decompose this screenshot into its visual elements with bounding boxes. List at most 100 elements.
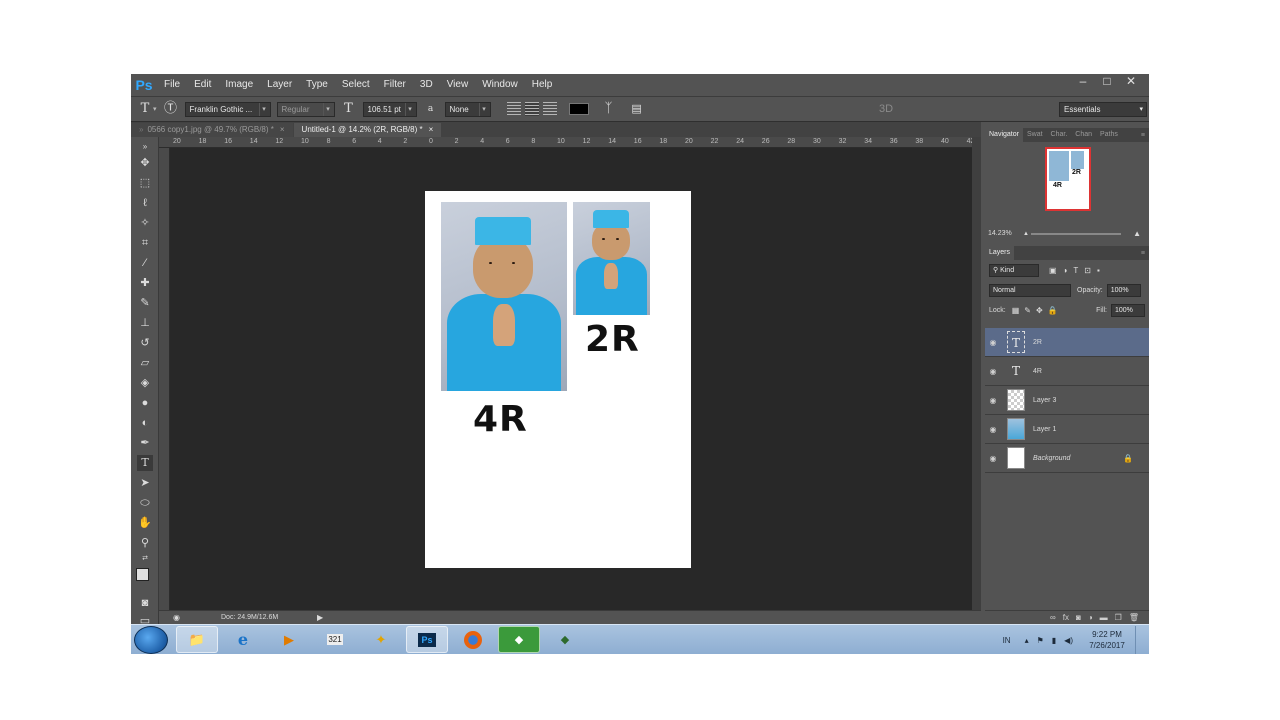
new-group-icon[interactable]: ▬ bbox=[1100, 613, 1108, 622]
crop-tool-icon[interactable]: ⌗ bbox=[137, 235, 153, 251]
layer-4r[interactable]: ◉ T 4R bbox=[985, 357, 1149, 386]
add-mask-icon[interactable]: ◙ bbox=[1076, 613, 1081, 622]
menu-view[interactable]: View bbox=[440, 74, 476, 96]
tab-swatches[interactable]: Swat bbox=[1023, 128, 1047, 142]
fill-field[interactable]: 100% bbox=[1111, 303, 1145, 317]
close-icon[interactable]: × bbox=[280, 125, 285, 134]
trash-icon[interactable]: 🗑 bbox=[1129, 613, 1139, 622]
tab-layers[interactable]: Layers bbox=[985, 246, 1015, 260]
menu-layer[interactable]: Layer bbox=[260, 74, 299, 96]
language-indicator[interactable]: IN bbox=[1003, 636, 1011, 645]
eyedropper-tool-icon[interactable]: ⁄ bbox=[137, 255, 153, 271]
swap-colors-icon[interactable]: ⇄ bbox=[137, 551, 153, 567]
layer-style-icon[interactable]: fx bbox=[1063, 613, 1069, 622]
flag-icon[interactable]: ⚑ bbox=[1037, 636, 1044, 645]
hand-tool-icon[interactable]: ✋ bbox=[137, 515, 153, 531]
tab-character[interactable]: Char. bbox=[1047, 128, 1072, 142]
internet-explorer-icon[interactable]: e bbox=[222, 626, 264, 653]
menu-filter[interactable]: Filter bbox=[377, 74, 413, 96]
restore-button[interactable]: □ bbox=[1095, 74, 1119, 90]
align-right-icon[interactable] bbox=[542, 102, 557, 116]
minimize-button[interactable]: – bbox=[1071, 74, 1095, 90]
warp-text-icon[interactable]: ᛉ bbox=[601, 101, 617, 117]
game2-icon[interactable]: ◆ bbox=[544, 626, 586, 653]
opacity-field[interactable]: 100% bbox=[1106, 283, 1141, 297]
blend-mode-select[interactable]: Normal bbox=[989, 283, 1071, 297]
align-left-icon[interactable] bbox=[506, 102, 521, 116]
status-menu-icon[interactable]: ◉ bbox=[173, 611, 180, 624]
document-canvas[interactable]: 4R 2R bbox=[425, 191, 691, 568]
history-brush-tool-icon[interactable]: ↺ bbox=[137, 335, 153, 351]
clone-stamp-tool-icon[interactable]: ⊥ bbox=[137, 315, 153, 331]
network-icon[interactable]: ▮ bbox=[1052, 636, 1056, 645]
firefox-icon[interactable] bbox=[452, 626, 494, 653]
panel-menu-icon[interactable]: ≡ bbox=[1141, 132, 1149, 139]
tool-icon[interactable]: ✦ bbox=[360, 626, 402, 653]
toolbox-collapse-icon[interactable]: » bbox=[137, 139, 153, 155]
menu-select[interactable]: Select bbox=[335, 74, 377, 96]
font-style-select[interactable]: Regular ▾ bbox=[276, 101, 335, 117]
quick-mask-icon[interactable]: ◙ bbox=[137, 595, 153, 611]
orientation-toggle[interactable]: Ⓣ bbox=[163, 101, 179, 117]
antialias-select[interactable]: None ▾ bbox=[444, 101, 491, 117]
tab-channels[interactable]: Chan bbox=[1071, 128, 1096, 142]
photo-4r[interactable] bbox=[441, 202, 567, 391]
adjustment-layer-icon[interactable]: ◑ bbox=[1088, 613, 1093, 622]
status-arrow-icon[interactable]: ▶ bbox=[317, 611, 323, 624]
tab-paths[interactable]: Paths bbox=[1096, 128, 1122, 142]
magic-wand-tool-icon[interactable]: ✧ bbox=[137, 215, 153, 231]
tab-untitled-1[interactable]: Untitled-1 @ 14.2% (2R, RGB/8) * × bbox=[293, 123, 442, 137]
lasso-tool-icon[interactable]: ℓ bbox=[137, 195, 153, 211]
tab-0566-copy1[interactable]: » 0566 copy1.jpg @ 49.7% (RGB/8) * × bbox=[131, 123, 293, 137]
game-icon[interactable]: ◆ bbox=[498, 626, 540, 653]
path-selection-tool-icon[interactable]: ➤ bbox=[137, 475, 153, 491]
font-family-select[interactable]: Franklin Gothic ... ▾ bbox=[184, 101, 271, 117]
tray-up-icon[interactable]: ▴ bbox=[1025, 636, 1029, 645]
vertical-scrollbar[interactable] bbox=[972, 137, 981, 610]
marquee-tool-icon[interactable]: ⬚ bbox=[137, 175, 153, 191]
filter-kind-select[interactable]: ⚲ Kind bbox=[989, 263, 1039, 277]
foreground-color-swatch[interactable] bbox=[136, 568, 149, 581]
panel-menu-icon[interactable]: ≡ bbox=[1141, 250, 1149, 257]
clock[interactable]: 9:22 PM 7/26/2017 bbox=[1083, 629, 1131, 651]
eraser-tool-icon[interactable]: ▱ bbox=[137, 355, 153, 371]
ellipse-tool-icon[interactable]: ⬭ bbox=[137, 495, 153, 511]
move-tool-icon[interactable]: ✥ bbox=[137, 155, 153, 171]
zoom-out-icon[interactable]: ▲ bbox=[1023, 228, 1029, 240]
photo-2r[interactable] bbox=[573, 202, 650, 315]
show-desktop-button[interactable] bbox=[1135, 626, 1145, 654]
zoom-in-icon[interactable]: ▲ bbox=[1133, 228, 1141, 240]
menu-window[interactable]: Window bbox=[475, 74, 525, 96]
menu-edit[interactable]: Edit bbox=[187, 74, 218, 96]
media-player-icon[interactable]: ▶ bbox=[268, 626, 310, 653]
label-4r[interactable]: 4R bbox=[473, 399, 528, 440]
layer-1[interactable]: ◉ Layer 1 bbox=[985, 415, 1149, 444]
lock-icons[interactable]: ▦✎✥🔒 bbox=[1012, 306, 1063, 315]
menu-image[interactable]: Image bbox=[218, 74, 260, 96]
visibility-eye-icon[interactable]: ◉ bbox=[985, 338, 1001, 347]
visibility-eye-icon[interactable]: ◉ bbox=[985, 367, 1001, 376]
brush-tool-icon[interactable]: ✎ bbox=[137, 295, 153, 311]
layer-background[interactable]: ◉ Background 🔒 bbox=[985, 444, 1149, 473]
navigator-thumbnail[interactable]: 4R 2R bbox=[1045, 147, 1091, 211]
layer-2r[interactable]: ◉ T 2R bbox=[985, 328, 1149, 357]
explorer-icon[interactable]: 📁 bbox=[176, 626, 218, 653]
menu-type[interactable]: Type bbox=[299, 74, 335, 96]
new-layer-icon[interactable]: ❐ bbox=[1115, 613, 1122, 622]
menu-3d[interactable]: 3D bbox=[413, 74, 440, 96]
text-color-swatch[interactable] bbox=[568, 103, 589, 115]
type-tool-icon[interactable]: T bbox=[137, 455, 153, 471]
photoshop-icon[interactable]: Ps bbox=[406, 626, 448, 653]
visibility-eye-icon[interactable]: ◉ bbox=[985, 425, 1001, 434]
visibility-eye-icon[interactable]: ◉ bbox=[985, 396, 1001, 405]
align-center-icon[interactable] bbox=[524, 102, 539, 116]
panels-toggle-icon[interactable]: ▤ bbox=[629, 101, 645, 117]
paint-bucket-tool-icon[interactable]: ◈ bbox=[137, 375, 153, 391]
zoom-tool-icon[interactable]: ⚲ bbox=[137, 535, 153, 551]
layer-3[interactable]: ◉ Layer 3 bbox=[985, 386, 1149, 415]
movie-icon[interactable]: 321 bbox=[314, 626, 356, 653]
dodge-tool-icon[interactable]: ◐ bbox=[137, 415, 153, 431]
visibility-eye-icon[interactable]: ◉ bbox=[985, 454, 1001, 463]
pen-tool-icon[interactable]: ✒ bbox=[137, 435, 153, 451]
menu-file[interactable]: File bbox=[157, 74, 187, 96]
